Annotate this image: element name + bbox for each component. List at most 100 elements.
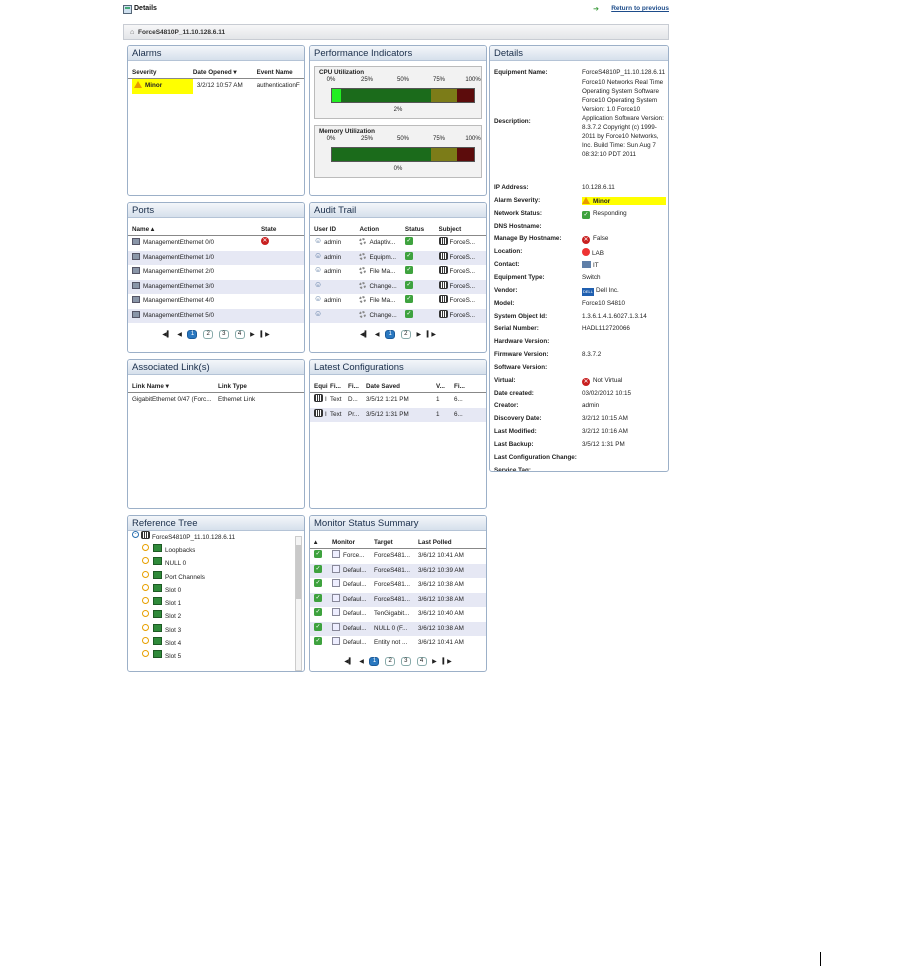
last-page-icon[interactable]: ▍▶ — [260, 331, 269, 338]
expand-icon[interactable] — [142, 650, 149, 658]
table-row[interactable]: ☺admin Adaptiv... ✓ ForceS... — [310, 236, 486, 251]
false-icon: ✕ — [582, 236, 590, 245]
tree-scroll-thumb[interactable] — [296, 545, 301, 599]
table-row[interactable]: ☺ Change... ✓ ForceS... — [310, 279, 486, 294]
table-row[interactable]: ☺ Change... ✓ ForceS... — [310, 308, 486, 323]
page-4[interactable]: 4 — [234, 330, 245, 339]
col-status-sort[interactable]: ▴ — [314, 536, 332, 548]
vendor-logo-icon: DELL — [582, 287, 594, 296]
col-date-saved[interactable]: Date Saved — [366, 380, 436, 392]
file-type-cell: Text — [330, 396, 342, 403]
col-subject[interactable]: Subject — [439, 223, 482, 235]
page-2[interactable]: 2 — [203, 330, 214, 339]
component-icon — [153, 544, 162, 552]
page-3[interactable]: 3 — [218, 330, 229, 339]
tree-item[interactable]: NULL 0 — [128, 557, 304, 570]
next-page-icon[interactable]: ▶ — [250, 331, 255, 338]
table-row[interactable]: ManagementEthernet 2/0 — [128, 265, 304, 280]
col-status[interactable]: Status — [405, 223, 439, 235]
table-row[interactable]: I Text Pr... 3/5/12 1:31 PM 1 6... — [310, 407, 486, 422]
table-row[interactable]: ✓ Defaul... ForceS481... 3/6/12 10:38 AM — [310, 578, 486, 593]
col-severity[interactable]: Severity — [132, 66, 193, 78]
col-date-opened[interactable]: Date Opened ▾ — [193, 66, 257, 78]
detail-label: Discovery Date: — [494, 415, 542, 423]
expand-icon[interactable] — [142, 637, 149, 645]
collapse-icon[interactable]: - — [132, 531, 139, 538]
expand-icon[interactable] — [142, 597, 149, 605]
col-name[interactable]: Name ▴ — [132, 223, 261, 235]
col-file-size[interactable]: Fi... — [454, 380, 474, 392]
table-row[interactable]: ☺admin File Ma... ✓ ForceS... — [310, 265, 486, 280]
table-row[interactable]: ☺admin Equipm... ✓ ForceS... — [310, 250, 486, 265]
expand-icon[interactable] — [142, 544, 149, 551]
table-row[interactable]: ✓ Force... ForceS481... 3/6/12 10:41 AM — [310, 549, 486, 564]
tree-item[interactable]: Slot 2 — [128, 610, 304, 623]
tree-scrollbar[interactable] — [295, 536, 302, 671]
first-page-icon[interactable]: ◀▍ — [344, 658, 353, 665]
tree-item[interactable]: Slot 1 — [128, 597, 304, 610]
first-page-icon[interactable]: ◀▍ — [162, 331, 171, 338]
table-row[interactable]: ✓ Defaul... ForceS481... 3/6/12 10:39 AM — [310, 563, 486, 578]
table-row[interactable]: ✓ Defaul... ForceS481... 3/6/12 10:38 AM — [310, 592, 486, 607]
page-1[interactable]: 1 — [369, 657, 380, 666]
return-to-previous-link[interactable]: Return to previous — [611, 5, 669, 12]
table-row[interactable]: ManagementEthernet 3/0 — [128, 279, 304, 294]
return-arrow-icon[interactable]: ➔ — [593, 5, 599, 13]
page-1[interactable]: 1 — [385, 330, 396, 339]
prev-page-icon[interactable]: ◀ — [359, 658, 364, 665]
page-2[interactable]: 2 — [400, 330, 411, 339]
col-user-id[interactable]: User ID — [314, 223, 359, 235]
table-row[interactable]: ManagementEthernet 0/0 ✕ — [128, 236, 304, 251]
col-equipment[interactable]: Equi — [314, 380, 330, 392]
table-row[interactable]: ManagementEthernet 1/0 — [128, 250, 304, 265]
page-4[interactable]: 4 — [416, 657, 427, 666]
tree-item[interactable]: Loopbacks — [128, 544, 304, 557]
col-state[interactable]: State — [261, 223, 300, 235]
page-1[interactable]: 1 — [187, 330, 198, 339]
col-link-type[interactable]: Link Type — [218, 380, 298, 392]
col-target[interactable]: Target — [374, 536, 418, 548]
detail-value: 3/5/12 1:31 PM — [582, 441, 625, 448]
page-2[interactable]: 2 — [385, 657, 396, 666]
col-monitor[interactable]: Monitor — [332, 536, 374, 548]
prev-page-icon[interactable]: ◀ — [375, 331, 380, 338]
table-row[interactable]: ✓ Defaul... Entity not ... 3/6/12 10:41 AM — [310, 636, 486, 651]
next-page-icon[interactable]: ▶ — [417, 331, 422, 338]
page-3[interactable]: 3 — [400, 657, 411, 666]
table-row[interactable]: GigabitEthernet 0/47 (Forc... Ethernet L… — [128, 393, 304, 408]
col-file-type[interactable]: Fi... — [330, 380, 348, 392]
next-page-icon[interactable]: ▶ — [432, 658, 437, 665]
breadcrumb-device[interactable]: ForceS4810P_11.10.128.6.11 — [138, 29, 225, 36]
col-last-polled[interactable]: Last Polled — [418, 536, 482, 548]
port-icon — [132, 252, 140, 260]
table-row[interactable]: Minor 3/2/12 10:57 AM authenticationFail — [128, 79, 304, 94]
prev-page-icon[interactable]: ◀ — [177, 331, 182, 338]
table-row[interactable]: I Text D... 3/5/12 1:21 PM 1 6... — [310, 393, 486, 408]
expand-icon[interactable] — [142, 610, 149, 618]
expand-icon[interactable] — [142, 557, 149, 565]
last-page-icon[interactable]: ▍▶ — [427, 331, 436, 338]
expand-icon[interactable] — [142, 583, 149, 591]
tree-item[interactable]: Slot 5 — [128, 650, 304, 663]
first-page-icon[interactable]: ◀▍ — [360, 331, 369, 338]
col-link-name[interactable]: Link Name ▾ — [132, 380, 218, 392]
col-event-name[interactable]: Event Name — [257, 66, 300, 78]
expand-icon[interactable] — [142, 623, 149, 631]
table-row[interactable]: ManagementEthernet 4/0 — [128, 294, 304, 309]
expand-icon[interactable] — [142, 570, 149, 578]
home-icon[interactable]: ⌂ — [130, 29, 137, 36]
last-page-icon[interactable]: ▍▶ — [442, 658, 451, 665]
tree-item[interactable]: Slot 0 — [128, 583, 304, 597]
tree-item[interactable]: Slot 4 — [128, 637, 304, 650]
table-row[interactable]: ☺admin File Ma... ✓ ForceS... — [310, 294, 486, 309]
tree-root[interactable]: - ForceS4810P_11.10.128.6.11 — [128, 531, 304, 544]
port-icon — [132, 296, 140, 303]
col-file-name[interactable]: Fi... — [348, 380, 366, 392]
tree-item[interactable]: Slot 3 — [128, 623, 304, 637]
table-row[interactable]: ✓ Defaul... TenGigabit... 3/6/12 10:40 AM — [310, 607, 486, 622]
table-row[interactable]: ManagementEthernet 5/0 — [128, 308, 304, 323]
col-action[interactable]: Action — [359, 223, 404, 235]
table-row[interactable]: ✓ Defaul... NULL 0 (F... 3/6/12 10:38 AM — [310, 621, 486, 636]
tree-item[interactable]: Port Channels — [128, 570, 304, 584]
col-version[interactable]: V... — [436, 380, 454, 392]
